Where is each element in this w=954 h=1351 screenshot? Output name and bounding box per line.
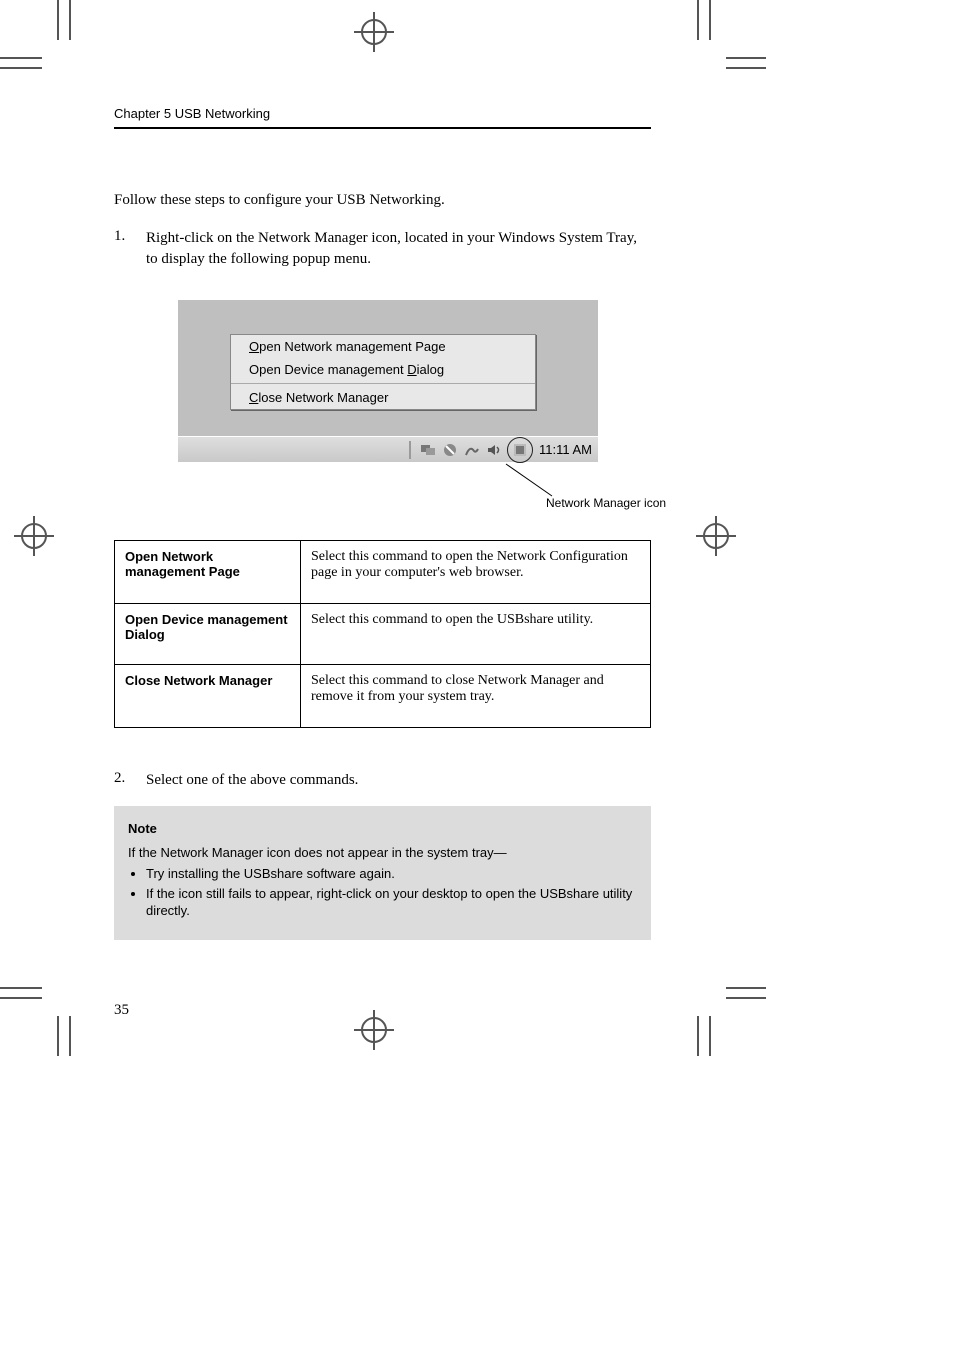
registration-mark-left <box>14 516 54 556</box>
crop-mark-br <box>686 976 766 1056</box>
menu-item-text: ialog <box>417 362 444 377</box>
content-column: Chapter 5 USB Networking <box>114 106 651 149</box>
table-cell-desc: Select this command to open the USBshare… <box>301 604 651 665</box>
menu-item-text: Open Device management <box>249 362 407 377</box>
tray-icon-2[interactable] <box>441 441 459 459</box>
command-table: Open Network management Page Select this… <box>114 540 651 728</box>
note-bullet: Try installing the USBshare software aga… <box>146 865 637 883</box>
embedded-screenshot: Open Network management Page Open Device… <box>178 300 598 462</box>
table-cell-label: Open Network management Page <box>115 541 301 604</box>
tray-icon-1[interactable] <box>419 441 437 459</box>
table-row: Open Network management Page Select this… <box>115 541 651 604</box>
table-cell-desc: Select this command to close Network Man… <box>301 665 651 728</box>
table-row: Open Device management Dialog Select thi… <box>115 604 651 665</box>
note-lead: If the Network Manager icon does not app… <box>128 844 637 862</box>
system-clock: 11:11 AM <box>539 442 592 457</box>
page: Chapter 5 USB Networking Follow these st… <box>0 0 954 1351</box>
context-menu: Open Network management Page Open Device… <box>230 334 536 410</box>
note-title: Note <box>128 820 637 838</box>
menu-open-network-page[interactable]: Open Network management Page <box>231 335 535 358</box>
menu-close-network-manager[interactable]: Close Network Manager <box>231 386 535 409</box>
step-2-text: Select one of the above commands. <box>146 770 644 791</box>
network-manager-tray-icon[interactable] <box>507 437 533 463</box>
page-number: 35 <box>114 1002 129 1019</box>
menu-separator <box>231 383 535 384</box>
callout-label: Network Manager icon <box>546 496 666 510</box>
crop-mark-tr <box>686 0 766 80</box>
table-row: Close Network Manager Select this comman… <box>115 665 651 728</box>
tray-icon-speaker[interactable] <box>485 441 503 459</box>
menu-item-mnemonic: C <box>249 390 258 405</box>
tray-icon-3[interactable] <box>463 441 481 459</box>
note-box: Note If the Network Manager icon does no… <box>114 806 651 940</box>
registration-mark-bottom <box>354 1010 394 1050</box>
step-1-number: 1. <box>114 228 125 245</box>
tray-divider <box>409 441 411 459</box>
registration-mark-top <box>354 12 394 52</box>
taskbar: 11:11 AM <box>178 436 598 462</box>
menu-item-mnemonic: D <box>407 362 416 377</box>
header-rule <box>114 127 651 129</box>
menu-item-mnemonic: O <box>249 339 259 354</box>
step-2-number: 2. <box>114 770 125 787</box>
table-cell-desc: Select this command to open the Network … <box>301 541 651 604</box>
menu-item-text: pen Network management Page <box>259 339 445 354</box>
table-cell-label: Close Network Manager <box>115 665 301 728</box>
crop-mark-tl <box>0 0 80 80</box>
intro-text: Follow these steps to configure your USB… <box>114 190 651 211</box>
crop-mark-bl <box>0 976 80 1056</box>
menu-item-text: lose Network Manager <box>258 390 388 405</box>
table-cell-label: Open Device management Dialog <box>115 604 301 665</box>
running-header: Chapter 5 USB Networking <box>114 106 651 121</box>
note-list: Try installing the USBshare software aga… <box>146 865 637 920</box>
step-1-text: Right-click on the Network Manager icon,… <box>146 228 644 270</box>
menu-open-device-dialog[interactable]: Open Device management Dialog <box>231 358 535 381</box>
registration-mark-right <box>696 516 736 556</box>
note-bullet: If the icon still fails to appear, right… <box>146 885 637 920</box>
